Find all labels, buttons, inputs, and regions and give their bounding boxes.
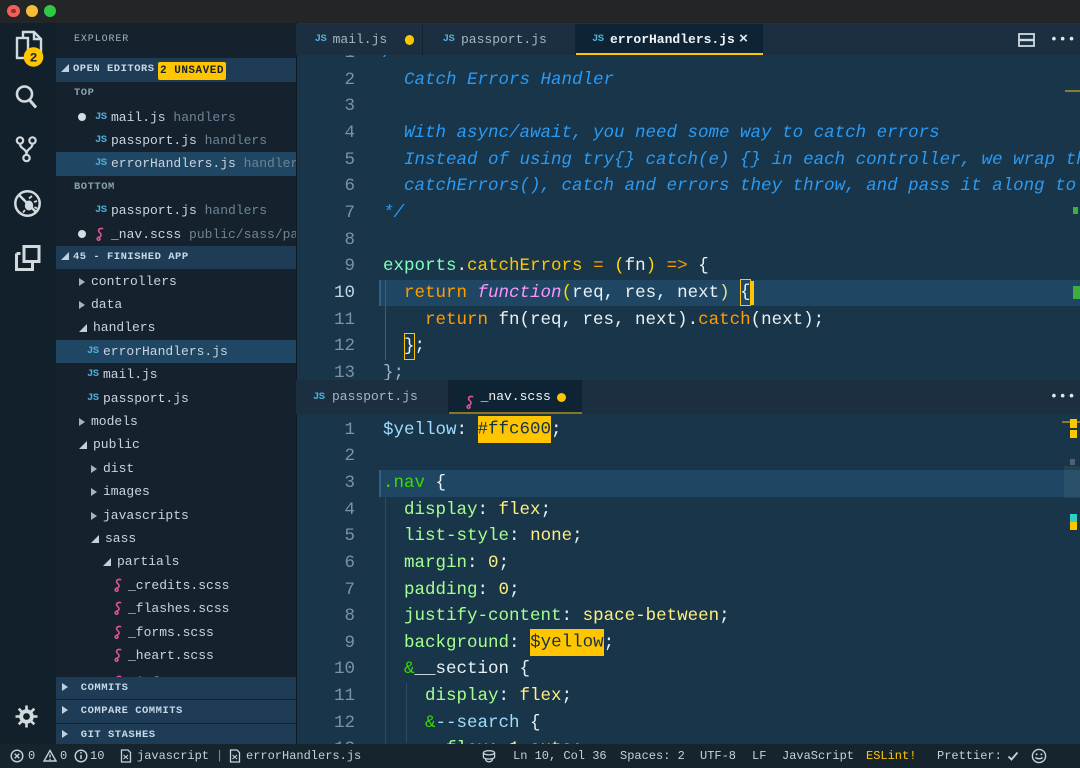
svg-text:2: 2 <box>30 51 38 66</box>
